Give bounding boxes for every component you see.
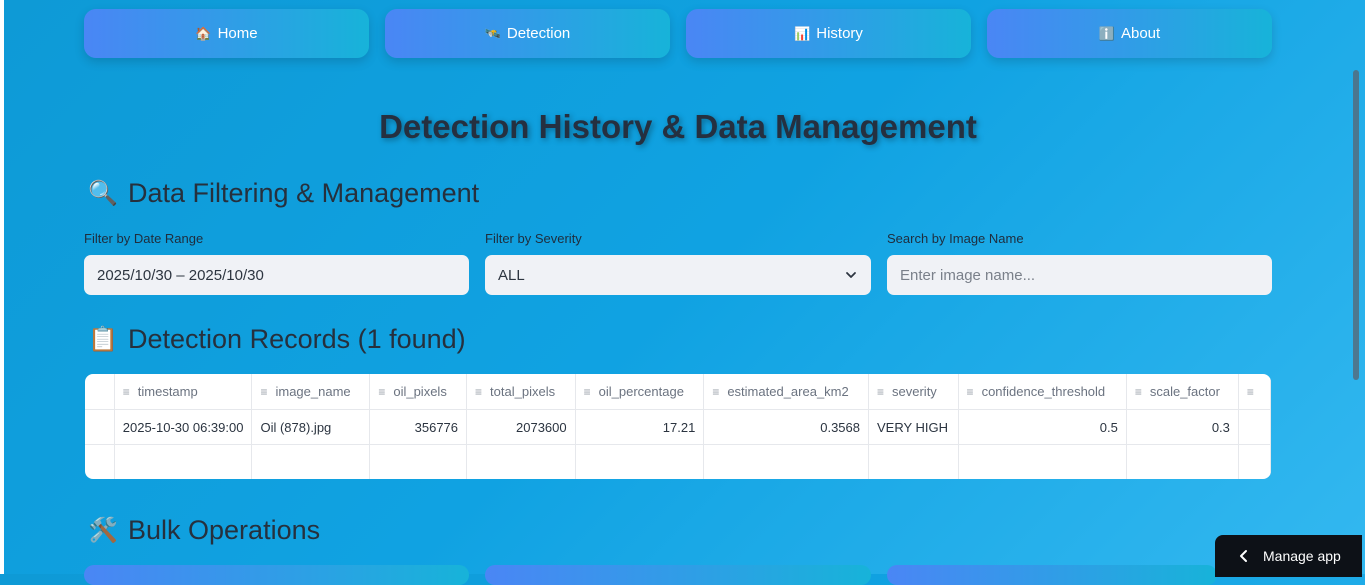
column-header[interactable]: ≡ confidence_threshold xyxy=(958,374,1127,410)
table-cell[interactable] xyxy=(369,444,468,479)
search-image-input[interactable] xyxy=(887,255,1272,295)
row-index-cell xyxy=(85,444,115,479)
column-header[interactable]: ≡ estimated_area_km2 xyxy=(703,374,869,410)
bulk-section-heading: 🛠️ Bulk Operations xyxy=(88,515,320,546)
table-cell[interactable] xyxy=(958,444,1127,479)
text-column-icon: ≡ xyxy=(475,385,483,399)
satellite-icon: 🛰️ xyxy=(484,25,501,41)
column-header[interactable]: ≡ image_name xyxy=(251,374,371,410)
severity-select[interactable]: ALL xyxy=(485,255,871,295)
date-range-input[interactable]: 2025/10/30 – 2025/10/30 xyxy=(84,255,469,295)
page-title: Detection History & Data Management xyxy=(379,108,977,145)
left-edge xyxy=(0,0,4,574)
column-header[interactable]: ≡ oil_percentage xyxy=(575,374,705,410)
chevron-left-icon xyxy=(1240,550,1247,562)
bulk-action-button[interactable] xyxy=(84,565,469,585)
table-cell[interactable]: VERY HIGH xyxy=(868,409,959,445)
bar-chart-icon: 📊 xyxy=(794,25,811,41)
bulk-section-title: Bulk Operations xyxy=(128,515,321,545)
text-column-icon: ≡ xyxy=(712,385,720,399)
row-index-header xyxy=(85,374,115,410)
text-column-icon: ≡ xyxy=(122,385,130,399)
table-cell[interactable] xyxy=(575,444,705,479)
column-header[interactable]: ≡ oil_pixels xyxy=(369,374,468,410)
manage-app-button[interactable]: Manage app xyxy=(1215,535,1362,577)
nav-about-button[interactable]: ℹ️ About xyxy=(987,9,1272,58)
page-scrollbar[interactable] xyxy=(1353,70,1359,380)
bulk-action-button[interactable] xyxy=(887,565,1217,585)
nav-detection-button[interactable]: 🛰️ Detection xyxy=(385,9,670,58)
table-cell-overflow xyxy=(1238,444,1271,479)
nav-home-button[interactable]: 🏠 Home xyxy=(84,9,369,58)
text-column-icon: ≡ xyxy=(966,385,974,399)
table-cell[interactable]: 0.3 xyxy=(1126,409,1239,445)
tools-icon: 🛠️ xyxy=(88,517,118,544)
table-cell[interactable] xyxy=(466,444,576,479)
table-empty-row[interactable] xyxy=(85,444,1271,479)
table-cell[interactable]: 356776 xyxy=(369,409,468,445)
table-cell[interactable] xyxy=(114,444,253,479)
bulk-action-button[interactable] xyxy=(485,565,871,585)
nav-about-label: About xyxy=(1120,25,1161,42)
table-cell[interactable]: 0.3568 xyxy=(703,409,869,445)
table-cell[interactable]: Oil (878).jpg xyxy=(251,409,371,445)
text-column-icon: ≡ xyxy=(877,385,885,399)
magnifier-icon: 🔍 xyxy=(88,180,118,207)
filter-section-title: Data Filtering & Management xyxy=(128,178,480,208)
date-range-label: Filter by Date Range xyxy=(84,231,204,246)
text-column-icon: ≡ xyxy=(1246,385,1254,399)
nav-home-label: Home xyxy=(217,25,258,42)
records-section-title: Detection Records (1 found) xyxy=(128,324,466,354)
column-header[interactable]: ≡ total_pixels xyxy=(466,374,576,410)
severity-value: ALL xyxy=(498,266,525,284)
search-label: Search by Image Name xyxy=(887,231,1024,246)
table-cell[interactable] xyxy=(868,444,959,479)
home-icon: 🏠 xyxy=(195,25,212,41)
row-index-cell xyxy=(85,409,115,445)
column-header[interactable]: ≡ timestamp xyxy=(114,374,253,410)
clipboard-icon: 📋 xyxy=(88,326,118,353)
table-row[interactable]: 2025-10-30 06:39:00 Oil (878).jpg 356776… xyxy=(85,409,1271,445)
column-header[interactable]: ≡ severity xyxy=(868,374,959,410)
text-column-icon: ≡ xyxy=(583,385,591,399)
info-icon: ℹ️ xyxy=(1098,25,1115,41)
text-column-icon: ≡ xyxy=(378,385,386,399)
table-cell[interactable]: 17.21 xyxy=(575,409,705,445)
table-cell[interactable] xyxy=(703,444,869,479)
severity-label: Filter by Severity xyxy=(485,231,582,246)
text-column-icon: ≡ xyxy=(260,385,268,399)
table-cell[interactable]: 2025-10-30 06:39:00 xyxy=(114,409,253,445)
filter-section-heading: 🔍 Data Filtering & Management xyxy=(88,178,479,209)
manage-app-label: Manage app xyxy=(1263,548,1341,564)
column-header-overflow: ≡ xyxy=(1238,374,1271,410)
date-range-value: 2025/10/30 – 2025/10/30 xyxy=(97,266,264,284)
table-header-row: ≡ timestamp ≡ image_name ≡ oil_pixels ≡ tota… xyxy=(85,374,1271,410)
table-cell[interactable]: 2073600 xyxy=(466,409,576,445)
nav-detection-label: Detection xyxy=(506,25,571,42)
table-cell-overflow xyxy=(1238,409,1271,445)
nav-history-label: History xyxy=(816,25,863,42)
table-cell[interactable] xyxy=(1126,444,1239,479)
records-table[interactable]: ≡ timestamp ≡ image_name ≡ oil_pixels ≡ tota… xyxy=(85,374,1271,479)
table-cell[interactable] xyxy=(251,444,371,479)
text-column-icon: ≡ xyxy=(1134,385,1142,399)
records-section-heading: 📋 Detection Records (1 found) xyxy=(88,324,466,355)
table-cell[interactable]: 0.5 xyxy=(958,409,1127,445)
chevron-down-icon xyxy=(846,272,856,278)
nav-history-button[interactable]: 📊 History xyxy=(686,9,971,58)
column-header[interactable]: ≡ scale_factor xyxy=(1126,374,1239,410)
